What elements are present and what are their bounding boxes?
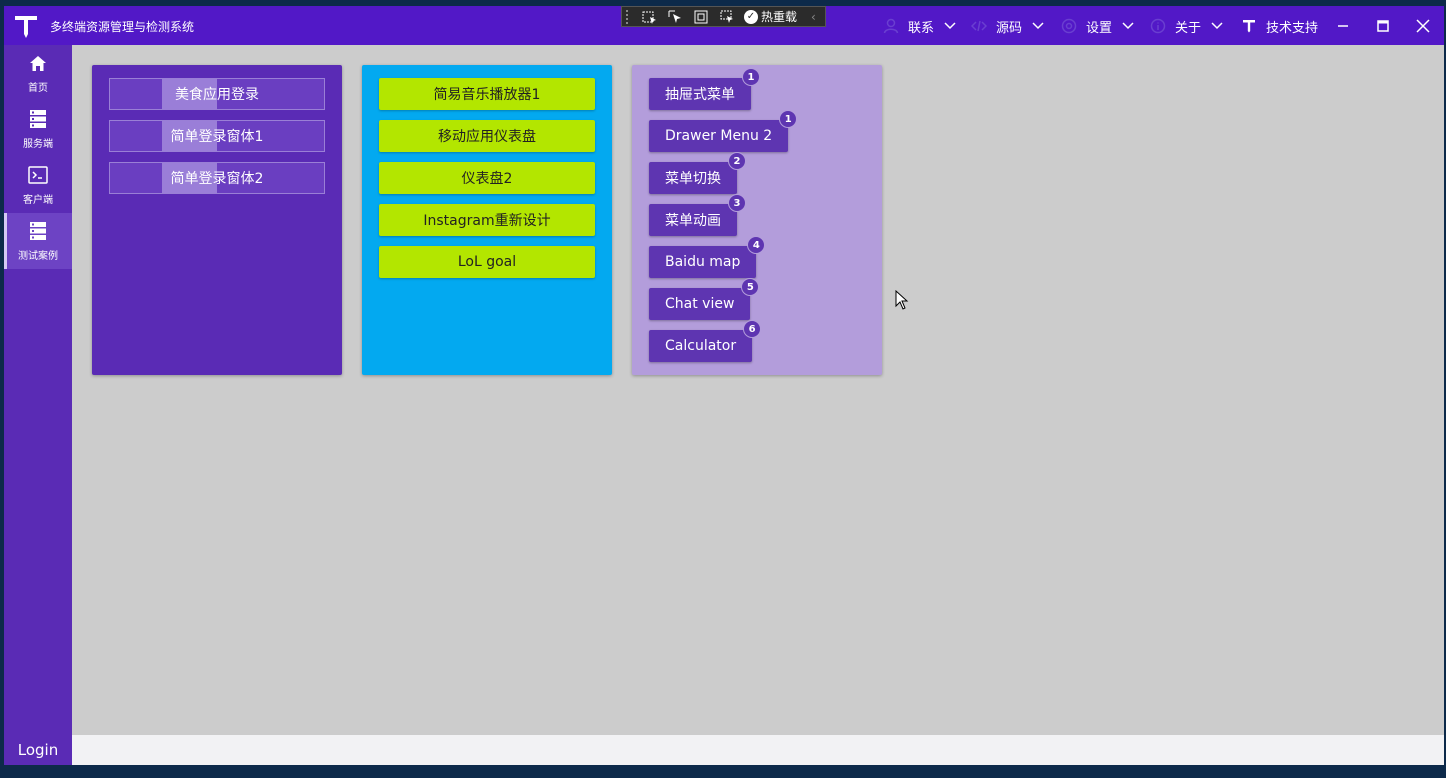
card-menu-samples: 抽屉式菜单 1 Drawer Menu 2 1 菜单切换 2 菜单动画 3 Ba…	[632, 65, 882, 375]
chevron-down-icon	[1122, 20, 1134, 32]
menu-settings-label: 设置	[1086, 20, 1113, 36]
app-title: 多终端资源管理与检测系统	[50, 20, 195, 34]
button-label: Calculator	[665, 338, 737, 354]
toolbar-grip[interactable]	[626, 9, 630, 24]
login-button[interactable]: Login	[4, 735, 72, 765]
sidebar-item-label: 测试案例	[18, 251, 58, 262]
count-badge: 6	[743, 320, 762, 338]
adorner-icon[interactable]	[688, 8, 714, 26]
music-player-button[interactable]: 简易音乐播放器1	[379, 78, 595, 110]
menu-settings[interactable]: 设置	[1060, 16, 1134, 36]
count-badge: 1	[779, 110, 798, 128]
menu-contact-label: 联系	[908, 20, 935, 36]
info-icon	[1149, 17, 1167, 35]
sidebar-item-label: 服务端	[23, 139, 53, 150]
home-icon	[28, 53, 48, 73]
close-icon	[1416, 19, 1430, 33]
food-app-login-button[interactable]: 美食应用登录	[109, 78, 325, 110]
button-label: 抽屉式菜单	[665, 87, 735, 103]
track-focus-icon[interactable]	[714, 8, 740, 26]
drawer-menu-button[interactable]: 抽屉式菜单 1	[649, 68, 760, 110]
simple-login-form1-button[interactable]: 简单登录窗体1	[109, 120, 325, 152]
chevron-down-icon	[944, 20, 956, 32]
gear-icon	[1060, 17, 1078, 35]
server-icon	[28, 221, 48, 241]
menu-animation-button[interactable]: 菜单动画 3	[649, 194, 746, 236]
chat-view-button[interactable]: Chat view 5	[649, 278, 760, 320]
check-icon: ✓	[744, 9, 758, 24]
app-window: 多终端资源管理与检测系统 ✓ 热重载 ‹ 联系 源码 设置 关于 技术支持 首页…	[4, 6, 1444, 765]
button-label: Drawer Menu 2	[665, 128, 773, 144]
status-bar	[72, 735, 1444, 765]
close-button[interactable]	[1411, 14, 1435, 38]
menu-support[interactable]: 技术支持	[1240, 16, 1318, 36]
sidebar-item-label: 客户端	[23, 195, 53, 206]
button-label: Chat view	[665, 296, 735, 312]
button-label: 菜单切换	[665, 171, 721, 187]
calculator-button[interactable]: Calculator 6	[649, 320, 762, 362]
server-icon	[28, 109, 48, 129]
mobile-dashboard-button[interactable]: 移动应用仪表盘	[379, 120, 595, 152]
count-badge: 4	[747, 236, 766, 254]
select-element-icon[interactable]	[636, 8, 662, 26]
baidu-map-button[interactable]: Baidu map 4	[649, 236, 766, 278]
maximize-button[interactable]	[1371, 14, 1395, 38]
count-badge: 2	[728, 152, 746, 170]
maximize-icon	[1377, 20, 1389, 32]
user-icon	[882, 17, 900, 35]
debug-toolbar[interactable]: ✓ 热重载 ‹	[621, 6, 826, 27]
terminal-icon	[28, 165, 48, 185]
minimize-icon	[1338, 25, 1348, 27]
menu-about-label: 关于	[1175, 20, 1202, 36]
sidebar-item-client[interactable]: 客户端	[4, 157, 72, 213]
menu-source[interactable]: 源码	[970, 16, 1044, 36]
card-login-samples: 美食应用登录 简单登录窗体1 简单登录窗体2	[92, 65, 342, 375]
lol-goal-button[interactable]: LoL goal	[379, 246, 595, 278]
dashboard2-button[interactable]: 仪表盘2	[379, 162, 595, 194]
menu-source-label: 源码	[996, 20, 1023, 36]
minimize-button[interactable]	[1331, 14, 1355, 38]
sidebar-item-home[interactable]: 首页	[4, 45, 72, 101]
chevron-down-icon	[1032, 20, 1044, 32]
instagram-redesign-button[interactable]: Instagram重新设计	[379, 204, 595, 236]
hot-reload-status[interactable]: ✓ 热重载	[744, 8, 797, 25]
pointer-icon[interactable]	[662, 8, 688, 26]
menu-support-label: 技术支持	[1266, 20, 1319, 36]
mouse-cursor-icon	[895, 290, 909, 310]
menu-contact[interactable]: 联系	[882, 16, 956, 36]
sidebar: 首页 服务端 客户端 测试案例 Login	[4, 45, 72, 765]
code-icon	[970, 17, 988, 35]
button-label: Baidu map	[665, 254, 741, 270]
card-dashboard-samples: 简易音乐播放器1 移动应用仪表盘 仪表盘2 Instagram重新设计 LoL …	[362, 65, 612, 375]
logo-t-icon	[1240, 17, 1258, 35]
count-badge: 1	[742, 68, 760, 86]
sidebar-item-label: 首页	[28, 83, 48, 94]
title-bar[interactable]: 多终端资源管理与检测系统 ✓ 热重载 ‹ 联系 源码 设置 关于 技术支持	[4, 6, 1444, 45]
button-label: 菜单动画	[665, 213, 721, 229]
sidebar-item-test-cases[interactable]: 测试案例	[4, 213, 72, 269]
count-badge: 3	[728, 194, 746, 212]
hot-reload-label: 热重载	[761, 10, 798, 24]
menu-switch-button[interactable]: 菜单切换 2	[649, 152, 746, 194]
collapse-toolbar-icon[interactable]: ‹	[811, 10, 816, 24]
chevron-down-icon	[1211, 20, 1223, 32]
sidebar-item-server[interactable]: 服务端	[4, 101, 72, 157]
drawer-menu-2-button[interactable]: Drawer Menu 2 1	[649, 110, 798, 152]
count-badge: 5	[741, 278, 760, 296]
app-logo-icon	[15, 16, 37, 38]
menu-about[interactable]: 关于	[1149, 16, 1223, 36]
simple-login-form2-button[interactable]: 简单登录窗体2	[109, 162, 325, 194]
